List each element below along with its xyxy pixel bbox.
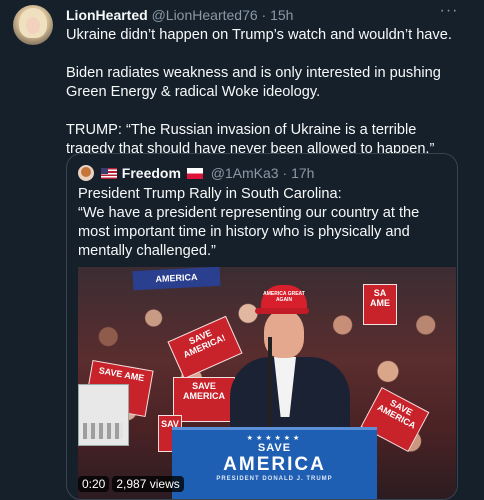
tweet-header: LionHearted @LionHearted76 · 15h xyxy=(66,6,293,24)
separator-dot: · xyxy=(282,165,288,181)
cap-text: AMERICA GREAT AGAIN xyxy=(263,291,305,303)
tweet-text-paragraph: Ukraine didn’t happen on Trump’s watch a… xyxy=(66,27,452,43)
quoted-tweet-header: Freedom @1AmKa3 · 17h xyxy=(78,164,314,182)
rally-sign: SAVE AMERICA xyxy=(173,377,235,422)
tweet-text: Ukraine didn’t happen on Trump’s watch a… xyxy=(66,26,466,159)
separator-dot: · xyxy=(261,7,267,23)
rally-sign: SA AME xyxy=(363,284,397,325)
podium-stars: ★★★★★★ xyxy=(246,435,303,442)
podium-text-save: SAVE xyxy=(257,442,292,454)
video-badges: 0:20 2,987 views xyxy=(78,476,184,492)
author-name[interactable]: LionHearted xyxy=(66,7,148,23)
us-flag-icon xyxy=(100,168,117,179)
quoted-avatar xyxy=(78,165,94,181)
microphone-stand xyxy=(268,337,272,433)
video-player[interactable]: AMERICA SAVE AMERICA! SA AME SAVE AME SA… xyxy=(78,267,456,499)
tweet[interactable]: LionHearted @LionHearted76 · 15h ··· Ukr… xyxy=(0,0,484,500)
avatar[interactable] xyxy=(13,5,53,45)
poland-flag-icon xyxy=(186,168,203,179)
podium: ★★★★★★ SAVE AMERICA PRESIDENT DONALD J. … xyxy=(172,427,377,499)
author-handle[interactable]: @LionHearted76 xyxy=(152,7,258,23)
video-views: 2,987 views xyxy=(112,476,184,492)
podium-text-president: PRESIDENT DONALD J. TRUMP xyxy=(216,476,333,482)
quoted-tweet-text: President Trump Rally in South Carolina:… xyxy=(78,186,420,259)
picture-in-picture-thumbnail xyxy=(78,384,129,446)
speaker-cap: AMERICA GREAT AGAIN xyxy=(255,285,309,314)
quoted-tweet[interactable]: Freedom @1AmKa3 · 17h President Trump Ra… xyxy=(66,153,458,500)
quoted-author-handle: @1AmKa3 xyxy=(210,165,279,181)
quoted-author-name: Freedom xyxy=(121,165,181,181)
tweet-timestamp[interactable]: 15h xyxy=(270,7,293,23)
avatar-face xyxy=(26,17,40,34)
tweet-text-paragraph: Biden radiates weakness and is only inte… xyxy=(66,65,441,100)
quoted-timestamp: 17h xyxy=(291,165,315,181)
more-options-icon[interactable]: ··· xyxy=(438,3,460,22)
podium-text-america: AMERICA xyxy=(223,454,326,475)
video-duration: 0:20 xyxy=(78,476,110,492)
